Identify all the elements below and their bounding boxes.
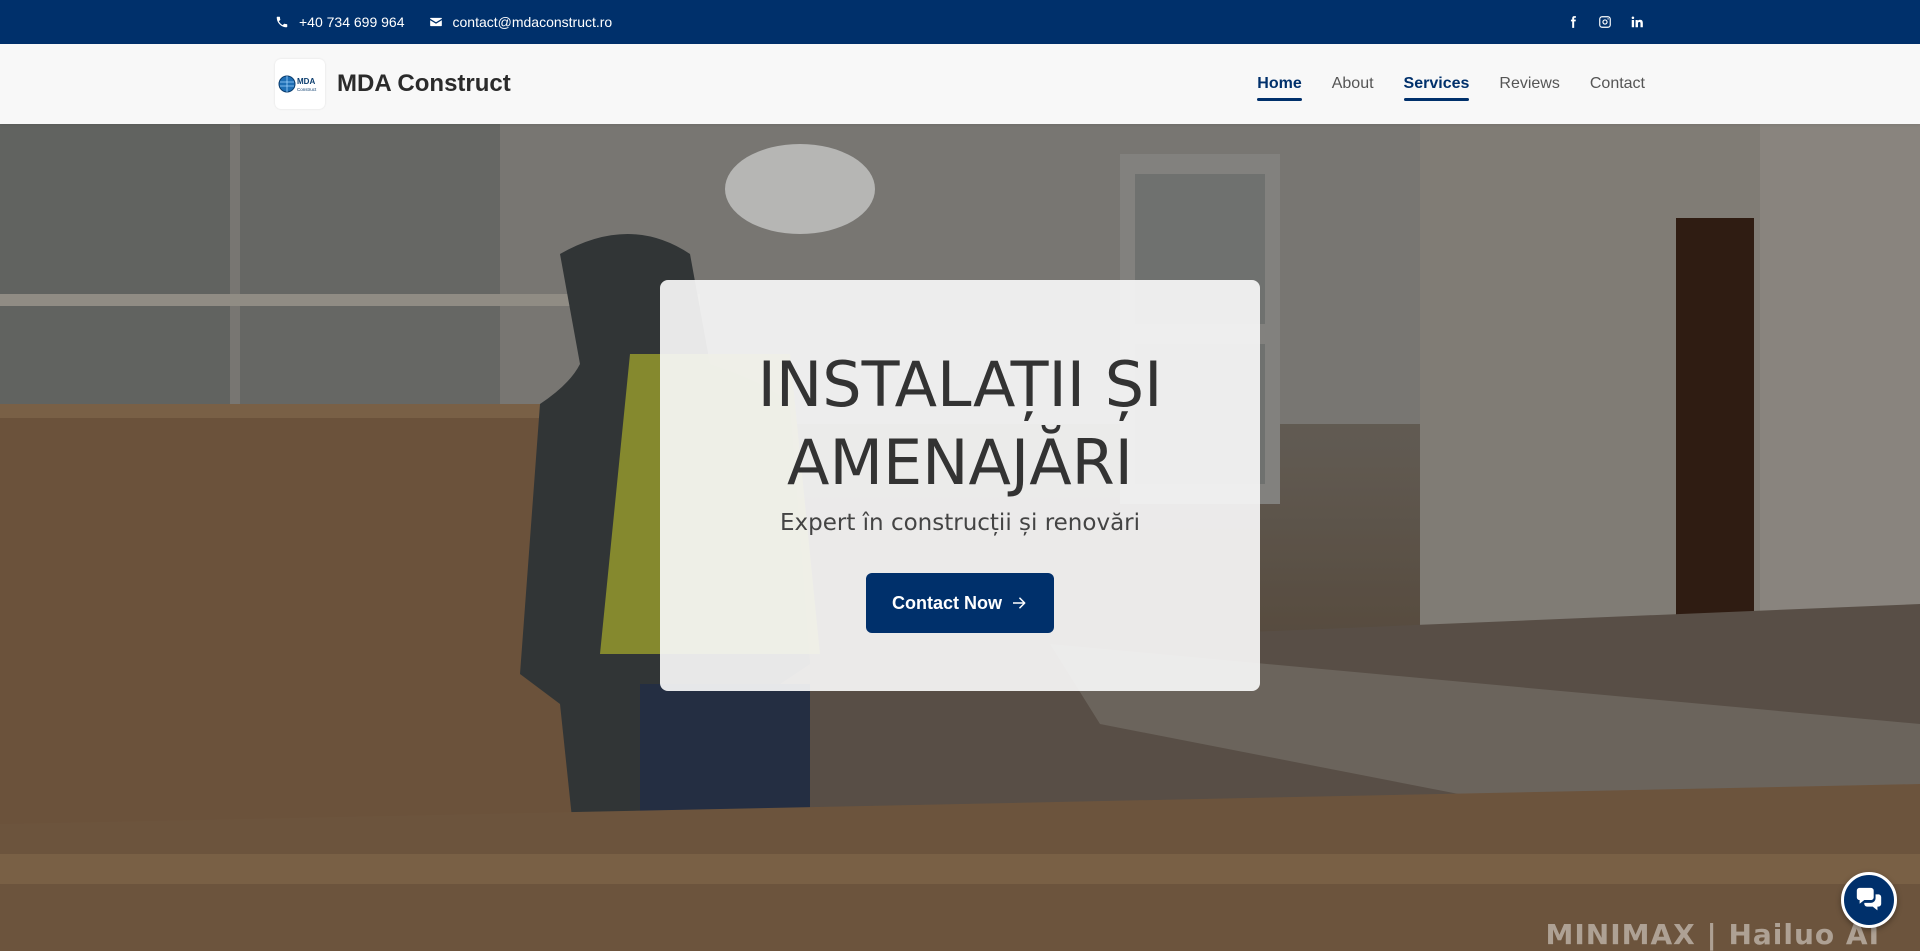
video-watermark: MINIMAX | Hailuo AI [1545,918,1880,951]
social-links [1565,14,1645,30]
nav-about[interactable]: About [1332,67,1374,101]
phone-link[interactable]: +40 734 699 964 [275,14,405,30]
main-navbar: MDA Construct MDA Construct Home About S… [0,44,1920,124]
chat-bubbles-icon [1856,887,1882,911]
facebook-icon[interactable] [1565,14,1581,30]
linkedin-icon[interactable] [1629,14,1645,30]
phone-icon [276,16,288,28]
arrow-right-icon [1013,597,1026,609]
nav-home[interactable]: Home [1257,67,1303,101]
brand-name: MDA Construct [337,70,511,97]
hero-title: INSTALAȚII ȘI AMENAJĂRI [660,346,1260,502]
email-address: contact@mdaconstruct.ro [452,14,613,30]
envelope-icon [429,17,442,27]
email-link[interactable]: contact@mdaconstruct.ro [429,14,613,30]
svg-text:Construct: Construct [297,87,317,92]
contact-now-button[interactable]: Contact Now [866,573,1054,633]
hero-subtitle: Expert în construcții și renovări [779,510,1141,536]
hero-section: INSTALAȚII ȘI AMENAJĂRI Expert în constr… [0,124,1920,951]
instagram-icon[interactable] [1597,14,1613,30]
brand-link[interactable]: MDA Construct MDA Construct [275,59,511,109]
top-contact-bar: +40 734 699 964 contact@mdaconstruct.ro [0,0,1920,44]
nav-menu: Home About Services Reviews Contact [1257,67,1645,101]
contact-now-label: Contact Now [892,592,1002,613]
hero-card: INSTALAȚII ȘI AMENAJĂRI Expert în constr… [660,280,1260,691]
contact-info: +40 734 699 964 contact@mdaconstruct.ro [275,14,612,30]
hero-title-line2: AMENAJĂRI [787,426,1133,499]
nav-contact[interactable]: Contact [1590,67,1645,101]
svg-text:MDA: MDA [297,77,315,86]
logo-globe-icon: MDA Construct [278,75,317,93]
hero-title-line1: INSTALAȚII ȘI [757,348,1163,421]
phone-number: +40 734 699 964 [299,14,405,30]
chat-button[interactable] [1841,872,1897,928]
nav-services[interactable]: Services [1403,67,1469,101]
logo: MDA Construct [275,59,325,109]
nav-reviews[interactable]: Reviews [1499,67,1559,101]
